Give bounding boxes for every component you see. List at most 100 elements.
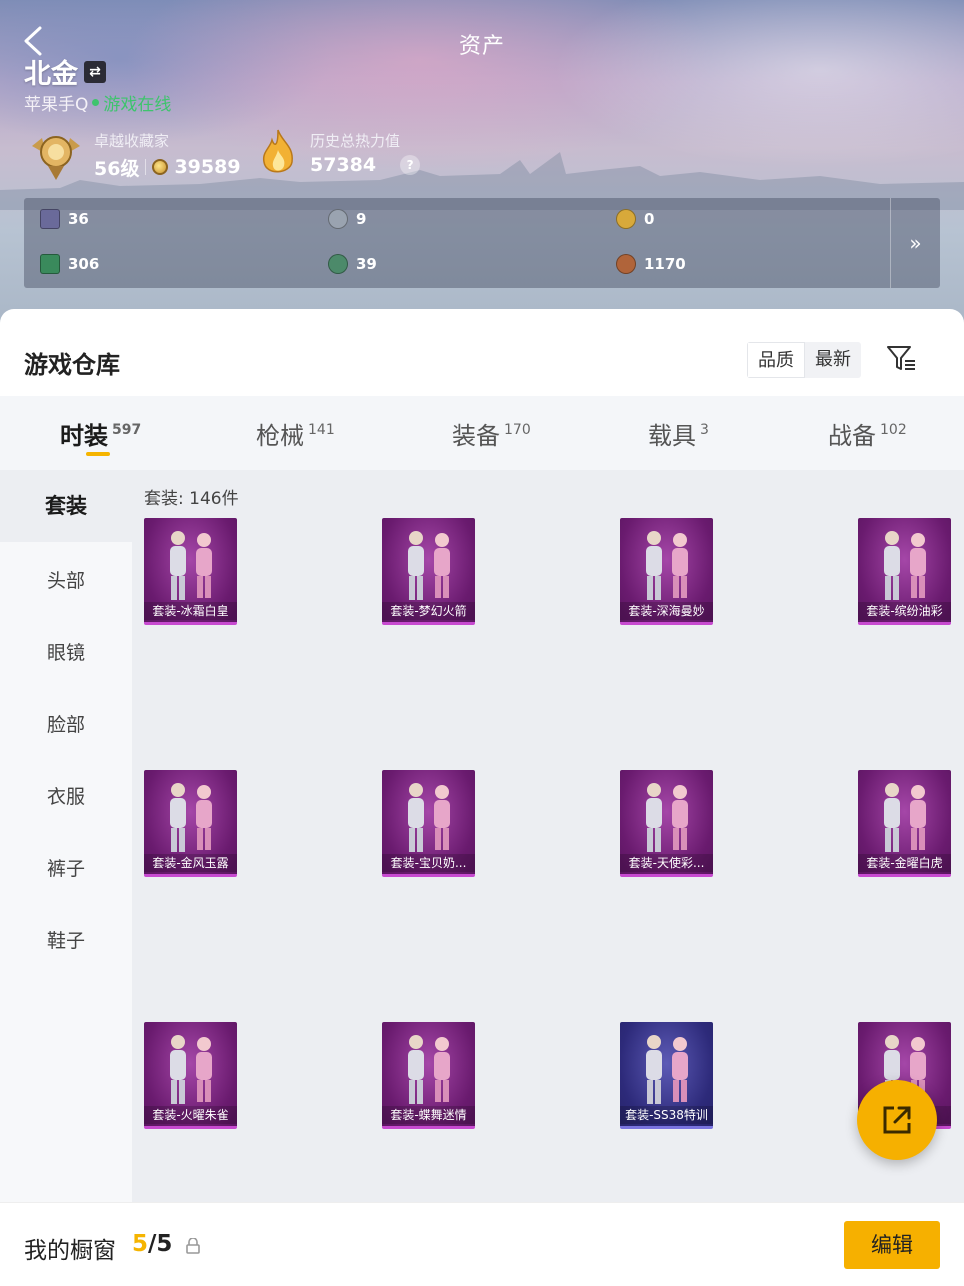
asset-value: 306 — [68, 255, 100, 273]
showcase-bar: 我的橱窗 5/5 编辑 — [0, 1202, 964, 1286]
sidebar-item-shoes[interactable]: 鞋子 — [0, 926, 132, 953]
outfit-preview-image — [646, 1035, 688, 1104]
user-name: 北金 ⇄ — [24, 52, 106, 91]
outfit-item-card[interactable]: 套装-冰霜白皇 — [144, 518, 237, 625]
outfit-item-label: 套装-宝贝奶... — [382, 854, 475, 872]
asset-value: 1170 — [644, 255, 686, 273]
sidebar-item-glasses[interactable]: 眼镜 — [0, 638, 132, 665]
lock-icon — [186, 1238, 200, 1254]
outfit-preview-image — [646, 531, 688, 600]
tab-supplies[interactable]: 战备 102 — [828, 416, 907, 451]
outfit-item-label: 套装-梦幻火箭 — [382, 602, 475, 620]
flame-icon — [262, 129, 293, 173]
outfit-item-card[interactable]: 套装-缤纷油彩 — [858, 518, 951, 625]
green-orb-icon — [328, 254, 348, 274]
share-export-button[interactable] — [857, 1080, 937, 1160]
tab-vehicles[interactable]: 载具 3 — [648, 416, 709, 451]
item-count-label: 套装: 146件 — [144, 489, 239, 509]
edit-showcase-button[interactable]: 编辑 — [844, 1221, 940, 1269]
outfit-item-card[interactable]: 套装-宝贝奶... — [382, 770, 475, 877]
outfit-preview-image — [170, 783, 212, 852]
asset-item-green-orb: 39 — [328, 254, 377, 274]
outfit-item-label: 套装-冰霜白皇 — [144, 602, 237, 620]
collector-points: 39589 — [174, 156, 241, 178]
outfit-preview-image — [646, 783, 688, 852]
user-name-text: 北金 — [24, 59, 78, 90]
outfit-item-label: 套装-金风玉露 — [144, 854, 237, 872]
outfit-item-card[interactable]: 套装-SS38特训 — [620, 1022, 713, 1129]
tab-equipment[interactable]: 装备 170 — [452, 416, 531, 451]
outfit-item-label: 套装-火曜朱雀 — [144, 1106, 237, 1124]
collector-stat[interactable]: 卓越收藏家 56级 39589 — [26, 128, 241, 182]
outfit-preview-image — [884, 531, 926, 600]
outfit-item-card[interactable]: 套装-金曜白虎 — [858, 770, 951, 877]
collector-medal-icon — [32, 136, 80, 180]
showcase-count: 5/5 — [132, 1231, 173, 1257]
sidebar-item-pants[interactable]: 裤子 — [0, 854, 132, 881]
category-tabs: 时装 597 枪械 141 装备 170 载具 3 战备 102 — [0, 396, 964, 470]
category-sidebar: 套装 头部 眼镜 脸部 衣服 裤子 鞋子 — [0, 470, 132, 1202]
card-icon — [40, 209, 60, 229]
heat-value: 57384 — [310, 154, 377, 176]
help-icon[interactable]: ? — [400, 155, 421, 175]
asset-item-green-ticket: 306 — [40, 254, 99, 274]
tab-weapons[interactable]: 枪械 141 — [256, 416, 335, 451]
outfit-item-card[interactable]: 套装-金风玉露 — [144, 770, 237, 877]
asset-item-bronze-coin: 1170 — [616, 254, 686, 274]
showcase-label: 我的橱窗 — [24, 1238, 116, 1264]
sort-quality-button[interactable]: 品质 — [747, 342, 805, 378]
outfit-item-card[interactable]: 套装-天使彩... — [620, 770, 713, 877]
sidebar-item-head[interactable]: 头部 — [0, 566, 132, 593]
asset-value: 36 — [68, 210, 89, 228]
outfit-item-label: 套装-深海曼妙 — [620, 602, 713, 620]
asset-more-button[interactable]: » — [890, 198, 940, 288]
asset-item-gold-medal: 0 — [616, 209, 654, 229]
gold-medal-icon — [616, 209, 636, 229]
sidebar-item-face[interactable]: 脸部 — [0, 710, 132, 737]
collector-label: 卓越收藏家 — [94, 131, 170, 150]
outfit-item-card[interactable]: 套装-火曜朱雀 — [144, 1022, 237, 1129]
sidebar-item-outfits[interactable]: 套装 — [0, 470, 132, 542]
warehouse-title: 游戏仓库 — [24, 351, 120, 379]
outfit-item-card[interactable]: 套装-梦幻火箭 — [382, 518, 475, 625]
user-meta: 苹果手Q 游戏在线 — [24, 90, 171, 115]
warehouse-card: 游戏仓库 品质 最新 时装 597 枪械 141 装备 170 载具 3 战备 102 套… — [0, 309, 964, 1286]
asset-value: 39 — [356, 255, 377, 273]
green-ticket-icon — [40, 254, 60, 274]
outfit-preview-image — [408, 1035, 450, 1104]
platform-label: 苹果手Q — [24, 95, 89, 115]
sort-toggle: 品质 最新 — [747, 342, 861, 378]
asset-panel[interactable]: 36 9 0 306 39 1170 » — [24, 198, 940, 288]
header-banner: 资产 北金 ⇄ 苹果手Q 游戏在线 卓越收藏家 56级 39589 历史总热力值… — [0, 0, 964, 330]
switch-account-icon[interactable]: ⇄ — [84, 60, 106, 83]
asset-value: 9 — [356, 210, 367, 228]
online-dot-icon — [92, 99, 100, 106]
outfit-preview-image — [884, 783, 926, 852]
asset-item-silver-token: 9 — [328, 209, 366, 229]
outfit-item-label: 套装-SS38特训 — [620, 1106, 713, 1124]
silver-token-icon — [328, 209, 348, 229]
online-status: 游戏在线 — [103, 95, 172, 115]
item-grid: 套装: 146件 套装-冰霜白皇 套装-梦幻火箭 套装-深海曼妙 套装-缤纷油彩套装-… — [132, 470, 964, 1202]
sidebar-item-clothes[interactable]: 衣服 — [0, 782, 132, 809]
collector-level: 56级 — [94, 157, 140, 180]
outfit-item-label: 套装-天使彩... — [620, 854, 713, 872]
page-title: 资产 — [458, 34, 505, 59]
heat-label: 历史总热力值 — [310, 132, 401, 150]
tab-fashion[interactable]: 时装 597 — [60, 416, 141, 451]
asset-value: 0 — [644, 210, 655, 228]
sort-newest-button[interactable]: 最新 — [805, 342, 861, 378]
outfit-preview-image — [408, 531, 450, 600]
outfit-item-label: 套装-金曜白虎 — [858, 854, 951, 872]
active-tab-indicator — [86, 452, 110, 456]
outfit-item-card[interactable]: 套装-蝶舞迷情 — [382, 1022, 475, 1129]
outfit-preview-image — [408, 783, 450, 852]
heat-stat[interactable]: 历史总热力值 57384 ? — [256, 128, 421, 178]
filter-icon[interactable] — [884, 341, 918, 375]
outfit-item-card[interactable]: 套装-深海曼妙 — [620, 518, 713, 625]
outfit-item-label: 套装-蝶舞迷情 — [382, 1106, 475, 1124]
collector-coin-icon — [152, 159, 169, 175]
outfit-preview-image — [170, 531, 212, 600]
asset-item-card: 36 — [40, 209, 89, 229]
external-link-icon — [883, 1106, 911, 1134]
